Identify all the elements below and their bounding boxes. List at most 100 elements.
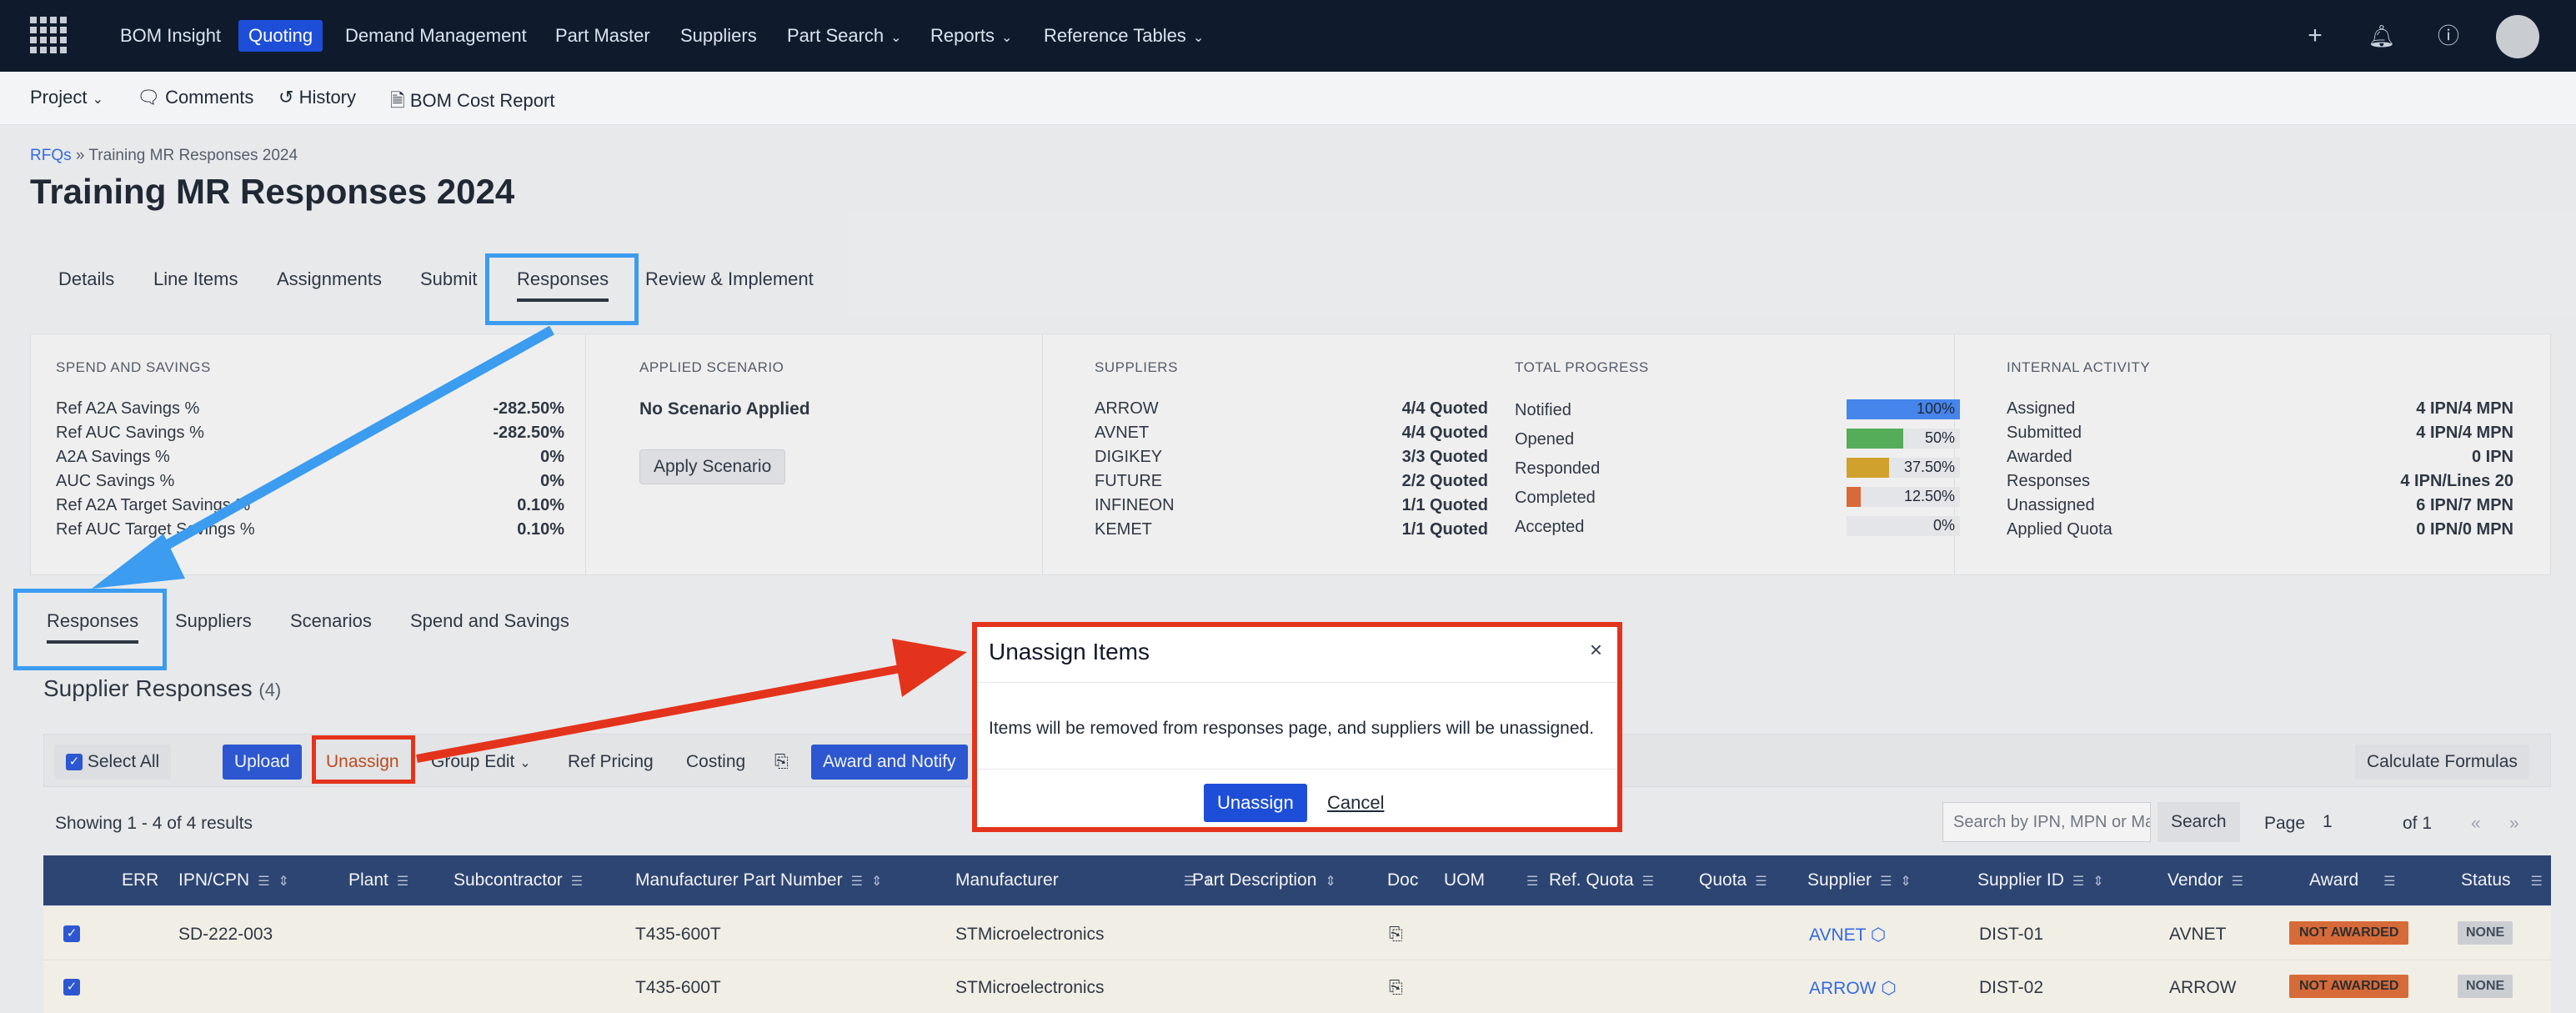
filter-icon[interactable]: ☰ bbox=[851, 875, 863, 889]
calculate-formulas-button[interactable]: Calculate Formulas bbox=[2355, 745, 2529, 780]
upload-button[interactable]: Upload bbox=[223, 745, 302, 780]
filter-icon[interactable]: ☰ bbox=[2232, 875, 2243, 889]
filter-icon[interactable]: ☰ bbox=[2072, 875, 2084, 889]
row-checkbox[interactable]: ✓ bbox=[63, 924, 80, 944]
page-label: Page bbox=[2264, 814, 2306, 833]
filter-icon[interactable]: ☰ bbox=[1526, 875, 1538, 889]
col-doc[interactable]: Doc bbox=[1387, 870, 1418, 890]
page-number-input[interactable]: 1 bbox=[2323, 802, 2398, 842]
tab-assignments[interactable]: Assignments bbox=[277, 268, 382, 290]
confirm-unassign-button[interactable]: Unassign bbox=[1204, 784, 1307, 822]
col-ipn[interactable]: IPN/CPN ☰ ⇕ bbox=[178, 870, 289, 890]
filter-icon[interactable]: ☰ bbox=[397, 875, 408, 889]
sort-icon[interactable]: ⇕ bbox=[2092, 875, 2103, 889]
col-ref-quota[interactable]: Ref. Quota ☰ bbox=[1549, 870, 1654, 890]
ref-pricing-button[interactable]: Ref Pricing bbox=[556, 745, 665, 780]
filter-icon[interactable]: ☰ bbox=[258, 875, 269, 889]
subtab-suppliers[interactable]: Suppliers bbox=[175, 610, 252, 632]
nav-suppliers[interactable]: Suppliers bbox=[670, 20, 767, 52]
subtab-spend-savings[interactable]: Spend and Savings bbox=[410, 610, 569, 632]
chevron-down-icon: ⌄ bbox=[1192, 31, 1205, 45]
filter-icon[interactable]: ☰ bbox=[1642, 875, 1654, 889]
col-supplier-id[interactable]: Supplier ID ☰ ⇕ bbox=[1977, 870, 2104, 890]
nav-bom-insight[interactable]: BOM Insight bbox=[110, 20, 231, 52]
search-button[interactable]: Search bbox=[2158, 802, 2240, 842]
breadcrumb-rfqs[interactable]: RFQs bbox=[30, 147, 72, 164]
spend-row-value: 0.10% bbox=[517, 520, 564, 539]
copy-icon[interactable]: ⎘ bbox=[763, 745, 800, 780]
sort-icon[interactable]: ⇕ bbox=[278, 875, 289, 889]
col-status[interactable]: Status ☰ bbox=[2461, 870, 2543, 890]
filter-icon[interactable]: ☰ bbox=[1880, 875, 1892, 889]
tab-responses[interactable]: Responses bbox=[517, 268, 609, 302]
next-page-button[interactable]: » bbox=[2509, 814, 2519, 834]
prev-page-button[interactable]: « bbox=[2471, 814, 2481, 834]
table-row[interactable]: ✓ SD-222-003 T435-600T STMicroelectronic… bbox=[43, 907, 2551, 960]
award-notify-button[interactable]: Award and Notify bbox=[811, 745, 968, 780]
table-row[interactable]: ✓ T435-600T STMicroelectronics ⎘ ARROW ⬡… bbox=[43, 960, 2551, 1013]
col-plant[interactable]: Plant ☰ bbox=[348, 870, 408, 890]
col-mpn-label: Manufacturer Part Number bbox=[635, 870, 843, 890]
cell-supplier-id: DIST-01 bbox=[1979, 925, 2044, 944]
cell-supplier[interactable]: AVNET ⬡ bbox=[1809, 925, 1886, 945]
col-uom[interactable]: UOM ☰ bbox=[1444, 870, 1538, 890]
costing-button[interactable]: Costing bbox=[674, 745, 757, 780]
col-err[interactable]: ERR bbox=[122, 870, 158, 890]
filter-icon[interactable]: ☰ bbox=[2531, 875, 2543, 889]
filter-icon[interactable]: ☰ bbox=[571, 875, 583, 889]
progress-bar-label: 50% bbox=[1924, 429, 1955, 446]
bom-cost-report-link[interactable]: 🗎 BOM Cost Report bbox=[390, 87, 554, 118]
select-all-toggle[interactable]: ✓ Select All bbox=[54, 745, 172, 780]
status-badge: NONE bbox=[2458, 975, 2513, 998]
col-manufacturer[interactable]: Manufacturer ☰ ⇕ bbox=[955, 870, 1215, 890]
filter-icon[interactable]: ☰ bbox=[2383, 875, 2395, 889]
history-link[interactable]: ↺ History bbox=[278, 87, 356, 108]
internal-row-value: 0 IPN bbox=[2471, 448, 2513, 466]
spend-row: Ref A2A Target Savings % 0.10% bbox=[56, 496, 564, 515]
filter-icon[interactable]: ☰ bbox=[1755, 875, 1767, 889]
col-vendor[interactable]: Vendor ☰ bbox=[2168, 870, 2243, 890]
group-edit-button[interactable]: Group Edit ⌄ bbox=[419, 745, 543, 780]
search-input[interactable]: Search by IPN, MPN or Ma bbox=[1942, 802, 2151, 842]
apply-scenario-button[interactable]: Apply Scenario bbox=[639, 449, 786, 484]
tab-review-implement[interactable]: Review & Implement bbox=[645, 268, 814, 290]
app-grid-logo-icon[interactable] bbox=[28, 15, 70, 57]
row-checkbox[interactable]: ✓ bbox=[63, 977, 80, 997]
nav-reports[interactable]: Reports ⌄ bbox=[920, 20, 1022, 52]
sort-icon[interactable]: ⇕ bbox=[1900, 875, 1911, 889]
nav-part-master[interactable]: Part Master bbox=[545, 20, 660, 52]
cell-supplier[interactable]: ARROW ⬡ bbox=[1809, 978, 1897, 999]
spend-savings-card: SPEND AND SAVINGS Ref A2A Savings % -282.… bbox=[31, 334, 586, 574]
copy-icon[interactable]: ⎘ bbox=[1389, 925, 1403, 945]
unassign-button[interactable]: Unassign bbox=[314, 745, 411, 780]
nav-demand-management[interactable]: Demand Management bbox=[335, 20, 537, 52]
comments-link[interactable]: 🗨︎ Comments bbox=[137, 87, 253, 108]
subtab-scenarios[interactable]: Scenarios bbox=[290, 610, 372, 632]
chevron-down-icon: ⌄ bbox=[1001, 31, 1013, 45]
nav-quoting[interactable]: Quoting bbox=[238, 20, 323, 52]
col-part-description[interactable]: Part Description ⇕ bbox=[1192, 870, 1336, 890]
col-mpn[interactable]: Manufacturer Part Number ☰ ⇕ bbox=[635, 870, 882, 890]
tab-line-items[interactable]: Line Items bbox=[153, 268, 238, 290]
col-subcontractor-label: Subcontractor bbox=[454, 870, 563, 890]
avatar[interactable] bbox=[2496, 15, 2539, 58]
col-quota[interactable]: Quota ☰ bbox=[1699, 870, 1767, 890]
col-award[interactable]: Award ☰ bbox=[2309, 870, 2396, 890]
bell-icon[interactable]: 🔔︎ bbox=[2366, 20, 2398, 52]
project-menu[interactable]: Project ⌄ bbox=[30, 87, 103, 108]
cancel-button[interactable]: Cancel bbox=[1327, 792, 1384, 814]
help-icon[interactable]: ⓘ bbox=[2433, 20, 2464, 52]
nav-part-search[interactable]: Part Search ⌄ bbox=[777, 20, 912, 52]
plus-icon[interactable]: + bbox=[2299, 20, 2331, 52]
nav-reference-tables[interactable]: Reference Tables ⌄ bbox=[1034, 20, 1214, 52]
sort-icon[interactable]: ⇕ bbox=[871, 875, 882, 889]
tab-details[interactable]: Details bbox=[58, 268, 114, 290]
tab-submit[interactable]: Submit bbox=[420, 268, 477, 290]
col-supplier[interactable]: Supplier ☰ ⇕ bbox=[1807, 870, 1912, 890]
col-subcontractor[interactable]: Subcontractor ☰ bbox=[454, 870, 583, 890]
close-icon[interactable]: × bbox=[1590, 637, 1602, 663]
spend-row-label: Ref A2A Target Savings % bbox=[56, 496, 251, 514]
sort-icon[interactable]: ⇕ bbox=[1325, 875, 1336, 889]
copy-icon[interactable]: ⎘ bbox=[1389, 978, 1403, 998]
subtab-responses[interactable]: Responses bbox=[47, 610, 139, 644]
